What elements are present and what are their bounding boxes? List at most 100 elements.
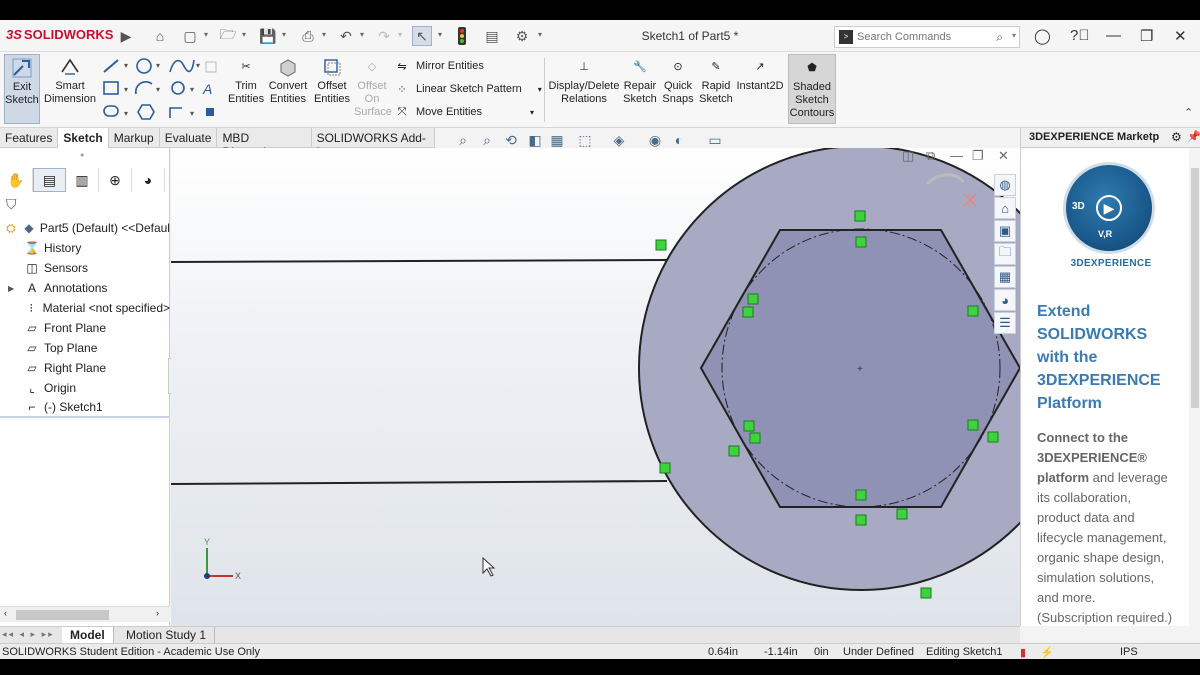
trim-entities-button[interactable]: ✂ Trim Entities [228,54,264,124]
display-manager-tab-icon[interactable]: ✋ [0,168,33,192]
graphics-restore-icon[interactable]: ❐ [972,148,984,164]
search-dropdown-icon[interactable]: ▾ [1012,31,1016,40]
graphics-close-icon[interactable]: ✕ [998,148,1009,164]
sketch-tools-grid[interactable]: ▾ ▾ ▾ ▾ ▾ ▾ A ▾ ▾ [100,54,226,126]
file-explorer-icon[interactable]: 🗀 [994,243,1016,265]
hide-show-items-icon[interactable]: ◉ [646,131,664,149]
tab-model[interactable]: Model [62,627,114,644]
scrollbar-thumb[interactable] [1191,168,1199,408]
body-bold-text[interactable]: platform [1037,470,1089,485]
smart-dimension-button[interactable]: Smart Dimension [42,54,98,124]
open-folder-icon[interactable]: 🗁 [218,26,238,46]
linear-pattern-dropdown-icon[interactable]: ▾ [538,85,542,94]
search-icon[interactable]: ⌕ [996,30,1003,45]
graphics-new-window-icon[interactable]: ⧉ [926,148,935,164]
search-commands-input[interactable]: > Search Commands ⌕ ▾ [834,26,1020,48]
select-dropdown-icon[interactable]: ▾ [438,30,442,39]
new-dropdown-icon[interactable]: ▾ [204,30,208,39]
print-icon[interactable]: ⎙ [298,26,318,46]
open-dropdown-icon[interactable]: ▾ [242,30,246,39]
display-style-icon[interactable]: ◈ [610,131,628,149]
move-entities-dropdown-icon[interactable]: ▾ [530,108,534,117]
property-manager-tab-icon[interactable]: ▥ [66,168,99,192]
appearances-scenes-icon[interactable]: ◕ [994,289,1016,311]
tree-item-origin[interactable]: ⌞ Origin [0,378,170,398]
tab-sketch[interactable]: Sketch [58,128,109,148]
tree-item-material[interactable]: ⁝ Material <not specified> [0,298,170,318]
unit-system-selector[interactable]: IPS [1120,646,1138,658]
new-document-icon[interactable]: ▢ [180,26,200,46]
undo-dropdown-icon[interactable]: ▾ [360,30,364,39]
sketch-canvas[interactable]: + Y X ✕ [171,148,1020,626]
previous-view-icon[interactable]: ⟲ [502,131,520,149]
user-account-icon[interactable]: ◯ [1034,27,1051,45]
redo-icon[interactable]: ↷ [374,26,394,46]
rebuild-traffic-light-icon[interactable] [452,26,472,46]
convert-entities-button[interactable]: Convert Entities [266,54,310,124]
appearance-tab-icon[interactable]: ◕ [132,168,165,192]
view-orientation-icon[interactable]: ⬚ [576,131,594,149]
configuration-manager-tab-icon[interactable]: ⊕ [99,168,132,192]
quick-snaps-button[interactable]: ⊙ Quick Snaps [660,54,696,124]
tree-item-annotations[interactable]: ▶ A Annotations [0,278,170,298]
tab-mbd-dimensions[interactable]: MBD Dimensions [217,128,312,159]
save-icon[interactable]: 💾 [258,26,278,46]
instant2d-button[interactable]: ↗ Instant2D [736,54,784,124]
minimize-window-icon[interactable]: — [1106,27,1121,44]
save-dropdown-icon[interactable]: ▾ [282,30,286,39]
tab-features[interactable]: Features [0,128,59,148]
design-library-icon[interactable]: ▣ [994,220,1016,242]
tab-motion-study-1[interactable]: Motion Study 1 [118,627,216,644]
rebuild-indicator-icon[interactable]: ▮ [1020,646,1026,659]
print-dropdown-icon[interactable]: ▾ [322,30,326,39]
solidworks-resources-icon[interactable]: ◍ [994,174,1016,196]
redo-dropdown-icon[interactable]: ▾ [398,30,402,39]
feature-manager-tab-icon[interactable]: ▤ [33,168,66,192]
display-delete-relations-button[interactable]: ⊥ Display/Delete Relations [548,54,620,124]
graphics-tile-icon[interactable]: ◫ [902,148,914,164]
tab-markup[interactable]: Markup [109,128,160,148]
collapse-ribbon-icon[interactable]: ⌃ [1184,106,1193,119]
file-properties-icon[interactable]: ▤ [482,26,502,46]
graphics-minimize-icon[interactable]: — [950,148,963,163]
scroll-left-icon[interactable]: ‹ [4,608,7,618]
home-icon[interactable]: ⌂ [150,26,170,46]
tree-horizontal-scrollbar[interactable]: ‹ › [0,606,170,622]
graphics-area[interactable]: + Y X ✕ ◫ ⧉ — ❐ ✕ ◍ ⌂ ▣ 🗀 ▦ ◕ ☰ [171,148,1020,626]
shaded-sketch-contours-button[interactable]: ⬟ Shaded Sketch Contours [788,54,836,124]
edit-appearance-icon[interactable]: ◐ [670,131,688,149]
move-entities-button[interactable]: ⤧ Move Entities ▾ [394,102,534,122]
tab-navigation-arrows-icon[interactable]: ◂◂ ◂ ▸ ▸▸ [2,629,55,640]
mirror-entities-button[interactable]: ⇋ Mirror Entities [394,56,483,76]
tree-item-sketch1[interactable]: ⌐ (-) Sketch1 [0,398,170,418]
dynamic-annotation-icon[interactable]: ▦ [548,131,566,149]
scrollbar-thumb[interactable] [16,610,109,620]
view-palette-icon[interactable]: ▦ [994,266,1016,288]
options-dropdown-icon[interactable]: ▾ [538,30,542,39]
repair-sketch-button[interactable]: 🔧 Repair Sketch [622,54,658,124]
home-icon[interactable]: ⌂ [994,197,1016,219]
custom-properties-icon[interactable]: ☰ [994,312,1016,334]
undo-icon[interactable]: ↶ [336,26,356,46]
help-icon[interactable]: ?⃝ [1070,27,1090,44]
options-gear-icon[interactable]: ⚙ [512,26,532,46]
sketch-line-bottom[interactable] [171,480,668,485]
view-settings-icon[interactable]: ▭ [706,131,724,149]
body-bold-text[interactable]: 3DEXPERIENCE® [1037,450,1147,465]
task-pane-vertical-scrollbar[interactable] [1189,148,1200,626]
offset-entities-button[interactable]: Offset Entities [312,54,352,124]
task-pane-settings-gear-icon[interactable]: ⚙ [1171,130,1182,144]
tree-root[interactable]: ⛭ ◆ Part5 (Default) <<Defaul [0,218,170,238]
scroll-right-icon[interactable]: › [156,608,159,618]
select-arrow-icon[interactable]: ↖ [412,26,432,46]
tree-item-top-plane[interactable]: ▱ Top Plane [0,338,170,358]
tree-item-history[interactable]: ⌛ History [0,238,170,258]
exit-sketch-button[interactable]: Exit Sketch [4,54,40,124]
zoom-to-area-icon[interactable]: ⌕ [478,131,496,149]
panel-grip-icon[interactable]: ● [80,152,84,159]
rapid-sketch-button[interactable]: ✎ Rapid Sketch [698,54,734,124]
close-window-icon[interactable]: ✕ [1174,27,1187,45]
tree-item-front-plane[interactable]: ▱ Front Plane [0,318,170,338]
expand-menu-icon[interactable]: ▶ [116,26,136,46]
linear-sketch-pattern-button[interactable]: ⁘ Linear Sketch Pattern ▾ [394,79,542,99]
